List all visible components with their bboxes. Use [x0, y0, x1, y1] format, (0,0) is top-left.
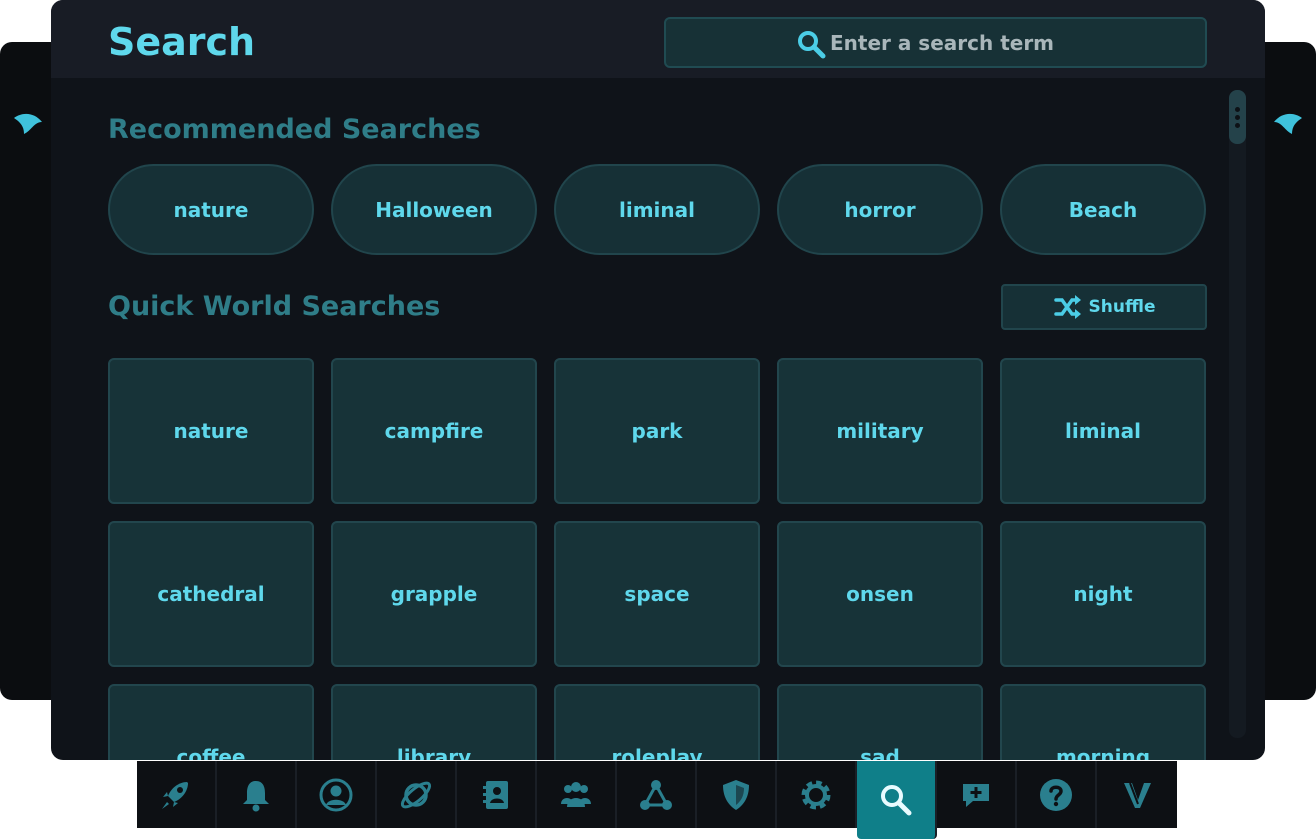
- wing-logo-icon: [1274, 113, 1302, 134]
- shuffle-icon: [1053, 295, 1081, 319]
- recommended-chip[interactable]: liminal: [554, 164, 760, 255]
- recommended-searches-title: Recommended Searches: [108, 114, 481, 145]
- world-tile[interactable]: onsen: [777, 521, 983, 667]
- nav-search[interactable]: [857, 761, 937, 839]
- nav-contacts[interactable]: [457, 761, 537, 828]
- shuffle-button[interactable]: Shuffle: [1001, 284, 1207, 330]
- world-tile[interactable]: space: [554, 521, 760, 667]
- scrollbar[interactable]: [1229, 90, 1246, 738]
- world-tile[interactable]: campfire: [331, 358, 537, 504]
- contacts-book-icon: [483, 780, 508, 809]
- nav-launch[interactable]: [137, 761, 217, 828]
- search-icon: [798, 31, 826, 59]
- recommended-chip[interactable]: nature: [108, 164, 314, 255]
- scrollbar-thumb[interactable]: [1229, 90, 1246, 144]
- recommended-chip[interactable]: Halloween: [331, 164, 537, 255]
- network-icon: [640, 779, 672, 810]
- shield-icon: [723, 779, 749, 810]
- recommended-chip[interactable]: Beach: [1000, 164, 1206, 255]
- world-tile[interactable]: military: [777, 358, 983, 504]
- world-tile[interactable]: sad: [777, 684, 983, 760]
- search-icon: [881, 785, 912, 816]
- wing-logo-icon: [14, 113, 42, 134]
- quick-world-searches-title: Quick World Searches: [108, 291, 441, 322]
- planet-icon: [400, 781, 432, 808]
- world-tile[interactable]: library: [331, 684, 537, 760]
- rocket-icon: [162, 781, 188, 809]
- bell-icon: [243, 780, 269, 811]
- world-tile[interactable]: coffee: [108, 684, 314, 760]
- search-box[interactable]: [664, 17, 1207, 68]
- world-tile[interactable]: grapple: [331, 521, 537, 667]
- world-tile[interactable]: night: [1000, 521, 1206, 667]
- world-tile[interactable]: liminal: [1000, 358, 1206, 504]
- shuffle-label: Shuffle: [1088, 297, 1156, 317]
- gear-icon: [801, 780, 831, 809]
- chat-add-icon: [963, 783, 989, 807]
- nav-chat[interactable]: [937, 761, 1017, 828]
- nav-profile[interactable]: [297, 761, 377, 828]
- world-tile[interactable]: morning: [1000, 684, 1206, 760]
- nav-notifications[interactable]: [217, 761, 297, 828]
- nav-worlds[interactable]: [377, 761, 457, 828]
- nav-vrchat[interactable]: [1097, 761, 1177, 828]
- nav-social[interactable]: [537, 761, 617, 828]
- world-tile[interactable]: park: [554, 358, 760, 504]
- header: Search: [51, 0, 1265, 78]
- group-icon: [561, 781, 591, 807]
- logo-v-icon: [1124, 782, 1151, 808]
- recommended-chip[interactable]: horror: [777, 164, 983, 255]
- search-input[interactable]: [830, 28, 1190, 58]
- nav-safety[interactable]: [697, 761, 777, 828]
- world-tile[interactable]: cathedral: [108, 521, 314, 667]
- quick-world-grid: nature campfire park military liminal ca…: [108, 358, 1208, 760]
- page-title: Search: [108, 20, 256, 64]
- nav-groups[interactable]: [617, 761, 697, 828]
- search-panel: Search Recommended Searches nature Hallo…: [51, 0, 1265, 760]
- help-icon: [1040, 778, 1072, 811]
- nav-help[interactable]: [1017, 761, 1097, 828]
- bottom-nav: [137, 761, 1179, 839]
- profile-icon: [319, 778, 353, 811]
- world-tile[interactable]: roleplay: [554, 684, 760, 760]
- nav-settings[interactable]: [777, 761, 857, 828]
- world-tile[interactable]: nature: [108, 358, 314, 504]
